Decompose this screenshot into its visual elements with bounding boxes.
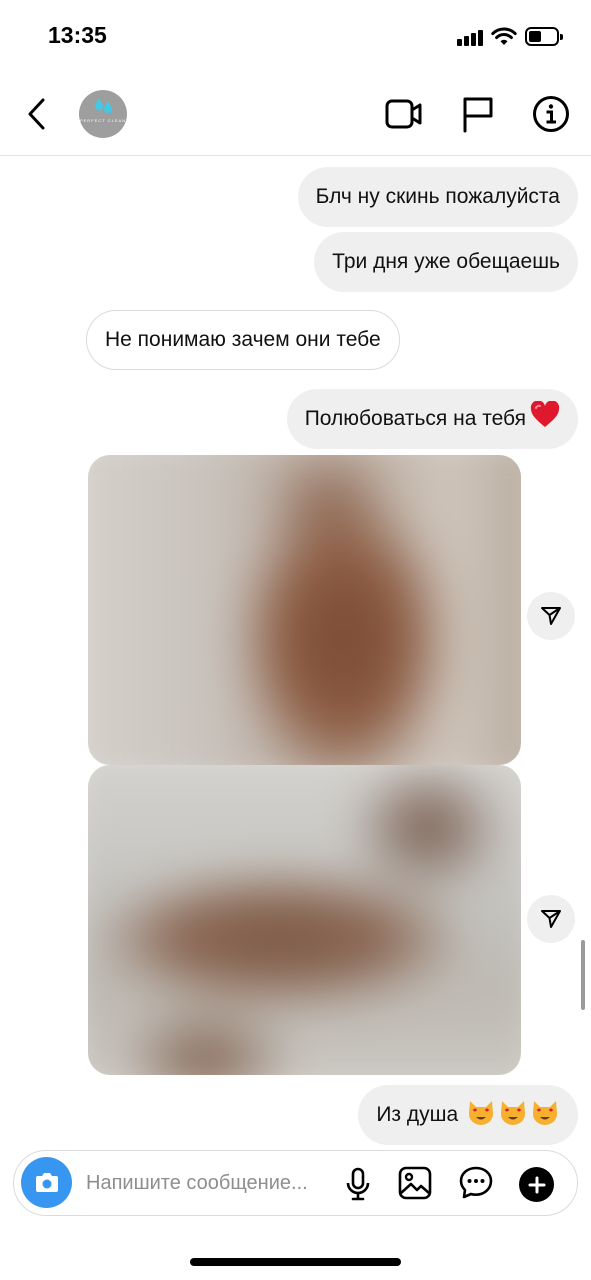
send-icon [541,910,561,928]
message-bubble-sent[interactable]: Из душа [358,1085,578,1145]
heart-eyes-cat-emoji [501,1101,525,1125]
share-button[interactable] [527,895,575,943]
message-text: Три дня уже обещаешь [332,250,560,273]
red-heart-emoji [530,401,560,427]
camera-button[interactable] [21,1157,72,1208]
heart-eyes-cat-emoji [469,1101,493,1125]
message-bubble-sent[interactable]: Блч ну скинь пожалуйста [297,167,578,227]
send-icon [541,607,561,625]
message-composer [13,1150,578,1216]
gallery-icon[interactable] [398,1166,432,1200]
battery-level [529,31,541,42]
back-icon[interactable] [22,96,52,132]
blurred-photo-message[interactable] [88,455,521,765]
heart-eyes-cat-emoji [533,1101,557,1125]
microphone-icon[interactable] [344,1167,372,1201]
avatar[interactable]: PERFECT CLEAN [79,90,127,138]
chat-header: PERFECT CLEAN [0,72,591,156]
plus-icon [528,1176,545,1193]
info-icon[interactable] [531,94,571,134]
status-bar: 13:35 [0,0,591,72]
message-input[interactable] [86,1168,331,1198]
message-bubble-sent[interactable]: Три дня уже обещаешь [314,232,578,292]
video-call-icon[interactable] [384,96,424,132]
scrollbar[interactable] [581,940,585,1010]
message-text: Полюбоваться на тебя [304,407,526,430]
camera-icon [35,1172,58,1192]
message-bubble-received[interactable]: Не понимаю зачем они тебе [86,310,400,370]
message-bubble-sent[interactable]: Полюбоваться на тебя [286,389,578,449]
more-options-button[interactable] [519,1167,554,1202]
cellular-signal-icon [457,30,483,46]
message-text: Не понимаю зачем они тебе [105,328,381,351]
message-text: Блч ну скинь пожалуйста [315,185,560,208]
sticker-icon[interactable] [459,1166,493,1200]
battery-icon [525,27,563,46]
avatar-logo-text: PERFECT CLEAN [79,118,127,123]
message-text: Из душа [376,1103,459,1126]
wifi-icon [491,27,517,45]
home-indicator [190,1258,401,1266]
blurred-photo-message[interactable] [88,765,521,1075]
flag-icon[interactable] [460,94,496,134]
status-time: 13:35 [48,22,107,48]
water-drops-logo-icon [95,98,112,114]
share-button[interactable] [527,592,575,640]
